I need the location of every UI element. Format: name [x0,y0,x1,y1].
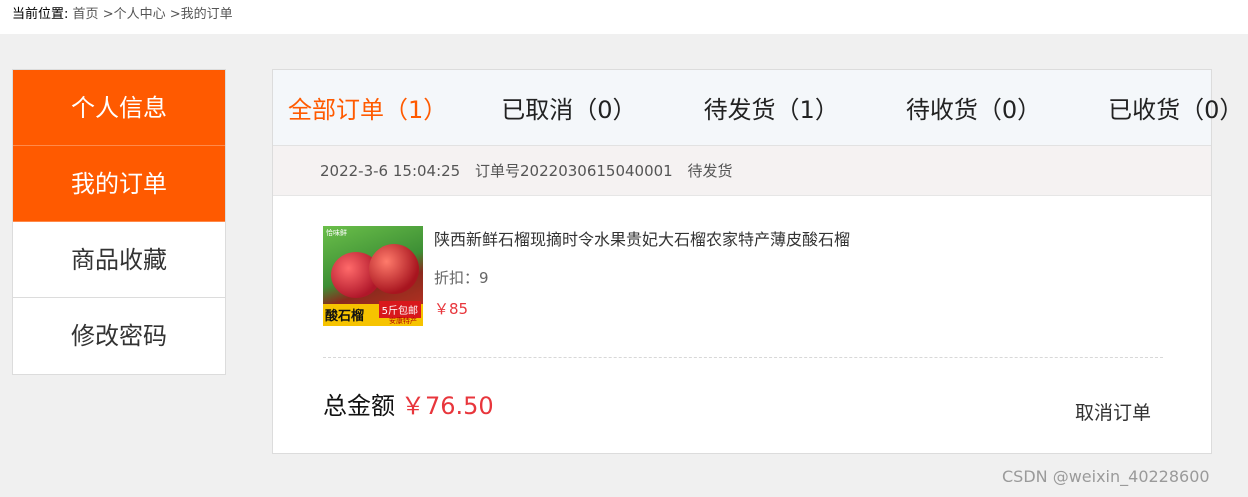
tab-to-receive[interactable]: 待收货（0） [906,90,1041,125]
breadcrumb: 当前位置: 首页 >个人中心 >我的订单 [0,0,1248,34]
breadcrumb-user-center-link[interactable]: >个人中心 [103,7,166,22]
breadcrumb-home-link[interactable]: 首页 [73,7,99,22]
order-number: 订单号2022030615040001 [475,162,673,180]
sidebar-item-favorites[interactable]: 商品收藏 [13,222,225,298]
pomegranate-graphic [369,244,419,294]
breadcrumb-label: 当前位置: [12,7,69,22]
order-header: 2022-3-6 15:04:25 订单号2022030615040001 待发… [273,146,1211,196]
product-discount: 折扣：9 [434,269,489,287]
cancel-order-button[interactable]: 取消订单 [1075,398,1151,425]
sidebar-item-my-orders[interactable]: 我的订单 [13,146,225,222]
product-image-subtitle: 安康特产 [389,317,417,325]
tab-all-orders[interactable]: 全部订单（1） [288,90,447,125]
order-datetime: 2022-3-6 15:04:25 [320,162,461,180]
product-image-title: 酸石榴 [325,309,365,324]
order-total-label: 总金额 [323,392,395,420]
order-total-amount: ￥76.50 [401,392,494,420]
tab-cancelled[interactable]: 已取消（0） [501,90,636,125]
orders-panel: 全部订单（1） 已取消（0） 待发货（1） 待收货（0） 已收货（0） 2022… [272,69,1243,454]
watermark: CSDN @weixin_40228600 [1002,467,1210,486]
breadcrumb-my-orders-link[interactable]: >我的订单 [170,7,233,22]
order-tabs: 全部订单（1） 已取消（0） 待发货（1） 待收货（0） 已收货（0） [273,70,1243,146]
sidebar-item-profile[interactable]: 个人信息 [13,70,225,146]
product-image[interactable]: 恰味鲜 酸石榴 5斤包邮 安康特产 [323,226,423,326]
product-image-brand: 恰味鲜 [326,229,347,237]
order-status: 待发货 [687,162,733,180]
order-product-item: 恰味鲜 酸石榴 5斤包邮 安康特产 陕西新鲜石榴现摘时令水果贵妃大石榴农家特产薄… [323,226,1163,358]
product-price: ￥85 [434,300,469,318]
order-total: 总金额 ￥76.50 [323,386,494,421]
sidebar-item-change-password[interactable]: 修改密码 [13,298,225,374]
tab-received[interactable]: 已收货（0） [1108,90,1243,125]
product-name-link[interactable]: 陕西新鲜石榴现摘时令水果贵妃大石榴农家特产薄皮酸石榴 [434,226,850,250]
sidebar: 个人信息 我的订单 商品收藏 修改密码 [12,69,226,375]
tab-to-ship[interactable]: 待发货（1） [704,90,839,125]
